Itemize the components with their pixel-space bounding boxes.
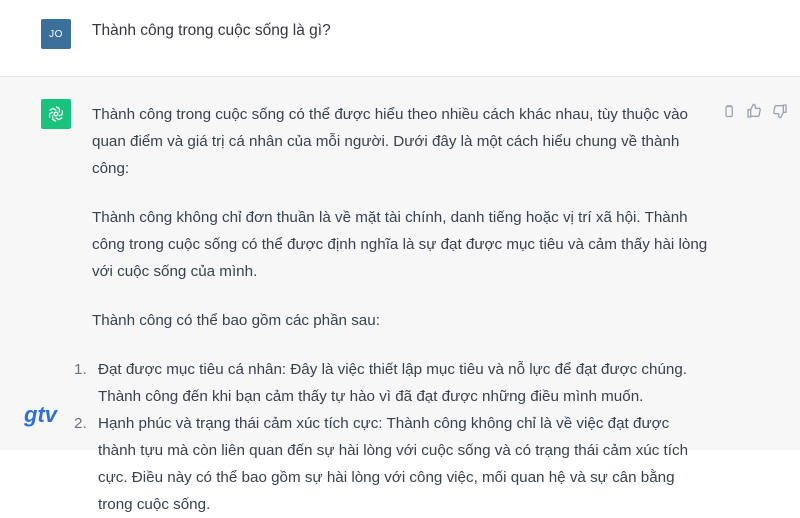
openai-logo-icon bbox=[41, 99, 71, 129]
assistant-message-content: Thành công trong cuộc sống có thể được h… bbox=[74, 101, 710, 518]
user-avatar: JO bbox=[41, 19, 71, 49]
assistant-list: 1. Đạt được mục tiêu cá nhân: Đây là việ… bbox=[74, 356, 710, 518]
copy-icon[interactable] bbox=[718, 101, 738, 121]
message-actions bbox=[718, 101, 790, 121]
thumbs-down-icon[interactable] bbox=[770, 101, 790, 121]
list-item: 2. Hạnh phúc và trạng thái cảm xúc tích … bbox=[74, 410, 710, 518]
svg-text:gtv: gtv bbox=[23, 402, 59, 427]
list-item-text: Hạnh phúc và trạng thái cảm xúc tích cực… bbox=[98, 415, 689, 513]
thumbs-up-icon[interactable] bbox=[744, 101, 764, 121]
assistant-paragraph: Thành công có thể bao gồm các phần sau: bbox=[92, 312, 380, 329]
list-item-number: 1. bbox=[74, 361, 87, 378]
assistant-message-row: Thành công trong cuộc sống có thể được h… bbox=[0, 77, 800, 513]
assistant-paragraph: Thành công trong cuộc sống có thể được h… bbox=[92, 106, 688, 177]
gtv-logo: gtv bbox=[22, 400, 70, 435]
user-message-text: Thành công trong cuộc sống là gì? bbox=[92, 22, 331, 39]
list-item-text: Đạt được mục tiêu cá nhân: Đây là việc t… bbox=[98, 361, 688, 405]
assistant-paragraph: Thành công không chỉ đơn thuần là về mặt… bbox=[92, 209, 708, 280]
list-item: 1. Đạt được mục tiêu cá nhân: Đây là việ… bbox=[74, 356, 710, 410]
list-item-number: 2. bbox=[74, 415, 87, 432]
user-message-row: JO Thành công trong cuộc sống là gì? bbox=[0, 0, 800, 77]
